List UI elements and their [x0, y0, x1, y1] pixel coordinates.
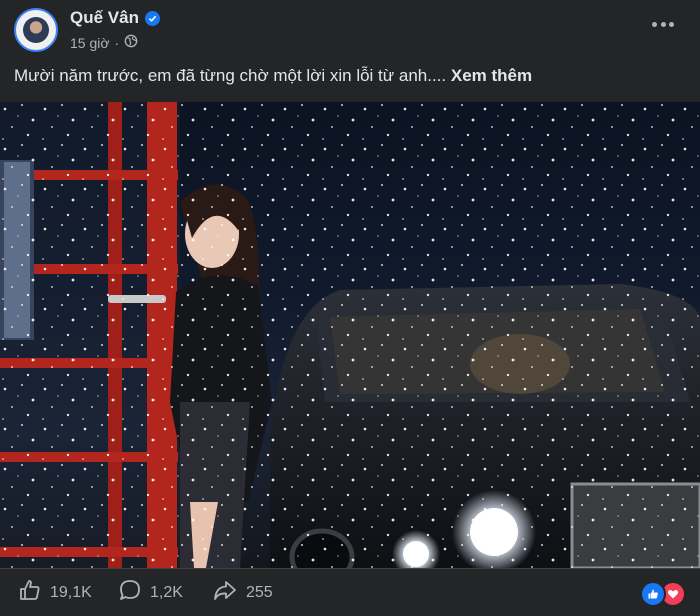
post-header: Quế Vân 15 giờ ·	[0, 0, 700, 60]
share-icon	[212, 578, 238, 607]
photo-illustration	[0, 102, 700, 568]
avatar-image	[23, 17, 49, 43]
like-icon	[18, 578, 42, 607]
verified-icon	[144, 10, 160, 26]
meta-separator: ·	[114, 34, 120, 51]
caption-text: Mười năm trước, em đã từng chờ một lời x…	[14, 66, 447, 85]
author-avatar[interactable]	[14, 8, 58, 52]
comment-icon	[118, 578, 142, 607]
like-button[interactable]: 19,1K	[18, 569, 92, 616]
author-name-row: Quế Vân	[70, 8, 160, 28]
post-time[interactable]: 15 giờ	[70, 35, 110, 51]
post-meta: 15 giờ ·	[70, 34, 138, 51]
comment-button[interactable]: 1,2K	[118, 569, 183, 616]
like-count: 19,1K	[50, 583, 92, 601]
share-count: 255	[246, 583, 273, 601]
more-options-icon[interactable]	[652, 20, 674, 28]
post-photo[interactable]	[0, 102, 700, 568]
globe-icon[interactable]	[124, 34, 138, 51]
post-caption: Mười năm trước, em đã từng chờ một lời x…	[14, 66, 532, 86]
like-reaction-icon	[640, 581, 666, 607]
share-button[interactable]: 255	[212, 569, 273, 616]
post-actions-bar: 19,1K 1,2K 255	[0, 568, 700, 615]
author-name[interactable]: Quế Vân	[70, 8, 139, 28]
see-more-link[interactable]: Xem thêm	[451, 66, 532, 85]
reactions-summary[interactable]	[640, 581, 686, 607]
comment-count: 1,2K	[150, 583, 183, 601]
